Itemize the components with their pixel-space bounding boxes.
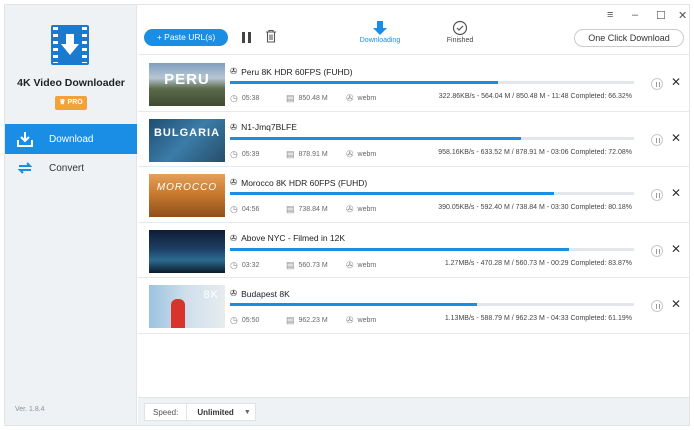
pause-icon[interactable] — [651, 244, 663, 257]
tab-label: Downloading — [359, 37, 401, 44]
file-icon: ▤ — [286, 315, 295, 325]
video-format-icon: ✇ — [230, 232, 238, 243]
speed-label: Speed: — [145, 404, 188, 420]
paste-url-button[interactable]: + Paste URL(s) — [144, 29, 228, 46]
video-format-icon: ✇ — [230, 66, 238, 76]
video-format-icon: ✇ — [230, 177, 238, 187]
video-meta: ◷ 04:56 ▤ 738.84 M ✇ webm — [230, 204, 377, 214]
format-icon: ✇ — [346, 93, 354, 103]
version-label: Ver. 1.8.4 — [15, 406, 45, 413]
thumbnail-text: MOROCCO — [156, 182, 218, 193]
clock-icon: ◷ — [230, 93, 238, 103]
thumbnail-text: 8K — [203, 289, 219, 301]
video-format-icon: ✇ — [230, 121, 238, 132]
speed-select[interactable]: Speed: Unlimited ▼ — [144, 403, 256, 421]
file-icon: ▤ — [286, 93, 295, 103]
sidebar-item-label: Convert — [49, 162, 85, 174]
sidebar-item-convert[interactable]: Convert — [5, 153, 137, 183]
chevron-down-icon: ▼ — [243, 408, 251, 416]
file-icon: ▤ — [286, 259, 295, 270]
tab-finished[interactable]: Finished — [425, 19, 495, 44]
download-stats: 958.16KB/s - 633.52 M / 878.91 M - 03:06… — [438, 148, 632, 156]
video-title: ✇ N1-Jmq7BLFE — [230, 121, 297, 133]
format-icon: ✇ — [346, 148, 354, 159]
video-title: ✇ Peru 8K HDR 60FPS (FUHD) — [230, 66, 353, 77]
maximize-icon[interactable]: ☐ — [656, 9, 666, 22]
clock-icon: ◷ — [230, 259, 238, 270]
video-title: ✇ Budapest 8K — [230, 288, 290, 299]
menu-icon[interactable]: ≡ — [607, 9, 613, 21]
download-stats: 1.13MB/s - 588.79 M / 962.23 M - 04:33 C… — [444, 315, 632, 322]
video-thumbnail: MOROCCO — [149, 174, 225, 217]
file-icon: ▤ — [286, 204, 295, 214]
close-icon[interactable]: ✕ — [671, 131, 681, 145]
progress-bar — [230, 247, 634, 251]
progress-bar — [230, 81, 634, 84]
pro-badge[interactable]: ♕ PRO — [55, 96, 87, 110]
pause-icon[interactable] — [651, 78, 663, 90]
download-stats: 1.27MB/s - 470.28 M / 560.73 M - 00:29 C… — [444, 259, 632, 267]
format-icon: ✇ — [346, 315, 354, 325]
progress-bar — [230, 136, 634, 140]
file-icon: ▤ — [286, 148, 295, 159]
download-row[interactable]: BULGARIA ✇ N1-Jmq7BLFE ◷ 05:39 ▤ 878.91 M ✇… — [138, 112, 689, 167]
close-icon[interactable]: ✕ — [671, 186, 681, 200]
app-window: 4K Video Downloader ♕ PRO Download Conve… — [4, 4, 690, 426]
download-list: PERU ✇ Peru 8K HDR 60FPS (FUHD) ◷ 05:38 ▤ 8… — [138, 56, 689, 334]
download-icon — [15, 129, 35, 149]
download-row[interactable]: MOROCCO ✇ Morocco 8K HDR 60FPS (FUHD) ◷ 04… — [138, 167, 689, 223]
trash-icon[interactable] — [265, 29, 277, 48]
sidebar-item-download[interactable]: Download — [5, 124, 137, 154]
close-window-icon[interactable]: ✕ — [678, 9, 687, 22]
checkmark-circle-icon — [425, 19, 495, 37]
video-meta: ◷ 05:39 ▤ 878.91 M ✇ webm — [230, 148, 377, 159]
speed-value: Unlimited — [197, 407, 234, 417]
download-row[interactable]: 8K ✇ Budapest 8K ◷ 05:50 ▤ 962.23 M ✇ webm 1… — [138, 278, 689, 334]
close-icon[interactable]: ✕ — [671, 297, 681, 311]
download-row[interactable]: ✇ Above NYC - Filmed in 12K ◷ 03:32 ▤ 560.7… — [138, 223, 689, 278]
format-icon: ✇ — [346, 259, 354, 270]
video-format-icon: ✇ — [230, 288, 238, 298]
video-title: ✇ Morocco 8K HDR 60FPS (FUHD) — [230, 177, 368, 188]
video-meta: ◷ 05:38 ▤ 850.48 M ✇ webm — [230, 93, 377, 103]
bottom-bar: Speed: Unlimited ▼ — [138, 397, 689, 425]
thumbnail-text: BULGARIA — [153, 126, 221, 139]
download-row[interactable]: PERU ✇ Peru 8K HDR 60FPS (FUHD) ◷ 05:38 ▤ 8… — [138, 56, 689, 112]
pause-icon[interactable] — [651, 300, 663, 312]
format-icon: ✇ — [346, 204, 354, 214]
video-thumbnail: 8K — [149, 285, 225, 328]
sidebar: 4K Video Downloader ♕ PRO Download Conve… — [5, 5, 137, 425]
pause-icon[interactable] — [651, 189, 663, 201]
arrow-down-icon — [345, 19, 415, 37]
minimize-icon[interactable]: – — [632, 9, 638, 21]
pause-all-icon[interactable] — [240, 31, 254, 45]
tab-downloading[interactable]: Downloading — [345, 19, 415, 44]
video-meta: ◷ 05:50 ▤ 962.23 M ✇ webm — [230, 315, 377, 325]
one-click-download-button[interactable]: One Click Download — [574, 29, 684, 47]
toolbar: + Paste URL(s) Downloading Finished One … — [138, 5, 689, 55]
sidebar-item-label: Download — [49, 133, 94, 145]
video-thumbnail — [149, 229, 225, 273]
close-icon[interactable]: ✕ — [671, 75, 681, 89]
download-stats: 322.86KB/s - 564.04 M / 850.48 M - 11:48… — [438, 93, 632, 100]
download-stats: 390.05KB/s - 592.40 M / 738.84 M - 03:30… — [438, 204, 632, 211]
video-title: ✇ Above NYC - Filmed in 12K — [230, 232, 346, 244]
tab-label: Finished — [446, 37, 474, 44]
convert-icon — [15, 158, 35, 178]
pause-icon[interactable] — [651, 133, 663, 146]
app-name: 4K Video Downloader — [17, 77, 125, 89]
progress-bar — [230, 303, 634, 306]
thumbnail-text: PERU — [164, 71, 210, 88]
video-thumbnail: BULGARIA — [149, 118, 225, 162]
clock-icon: ◷ — [230, 204, 238, 214]
clock-icon: ◷ — [230, 148, 238, 159]
clock-icon: ◷ — [230, 315, 238, 325]
progress-bar — [230, 192, 634, 195]
app-logo-icon — [51, 25, 89, 65]
video-thumbnail: PERU — [149, 63, 225, 106]
close-icon[interactable]: ✕ — [671, 242, 681, 256]
video-meta: ◷ 03:32 ▤ 560.73 M ✇ webm — [230, 259, 377, 270]
